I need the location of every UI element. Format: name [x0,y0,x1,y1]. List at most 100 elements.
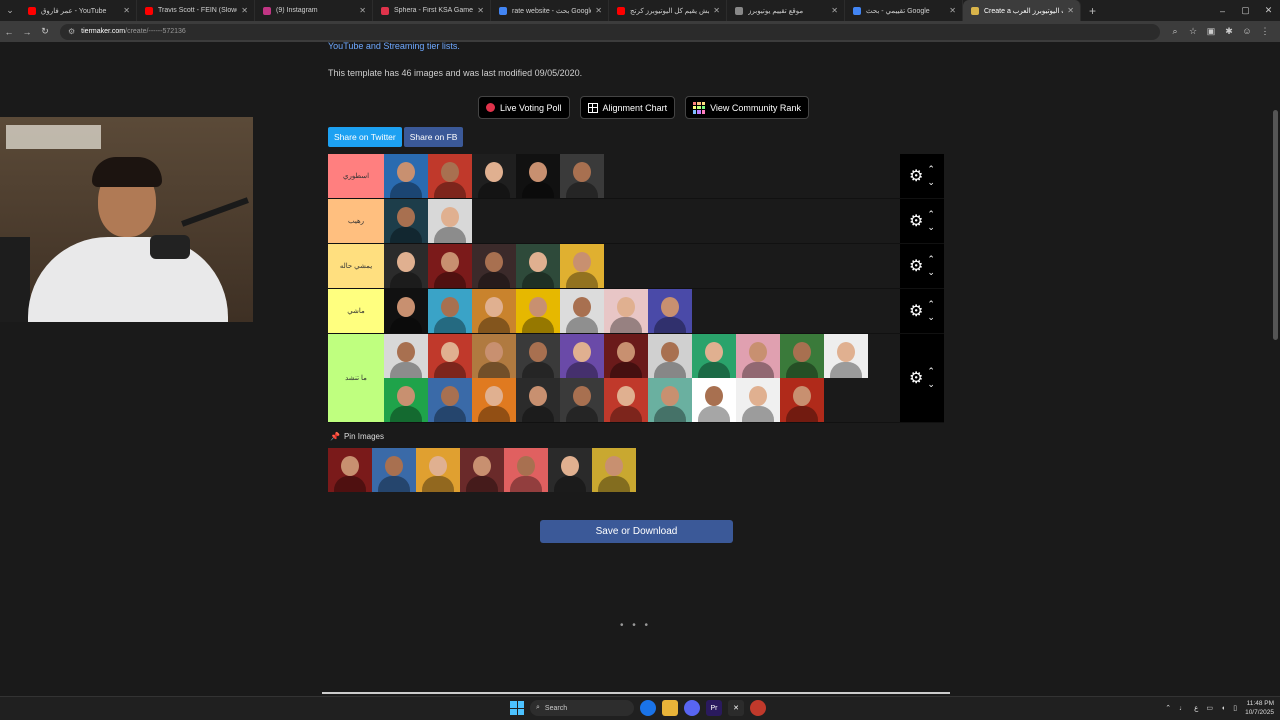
tier-image[interactable] [472,244,516,288]
tier-image[interactable] [560,289,604,333]
tier-image[interactable] [548,448,592,492]
chevron-down-icon[interactable]: ⌄ [927,378,935,391]
volume-icon[interactable]: ◖ [1221,705,1225,712]
zoom-icon[interactable]: ⌕ [1166,26,1184,37]
extension-icon[interactable]: ▣ [1202,26,1220,37]
premiere-icon[interactable]: Pr [706,700,722,716]
tier-image[interactable] [428,334,472,378]
file-explorer-icon[interactable] [662,700,678,716]
chevron-down-icon[interactable]: ⌄ [927,311,935,324]
browser-tab[interactable]: ليش يقيم كل اليوتيوبرز كرتج - he✕ [609,0,727,21]
tier-image[interactable] [560,244,604,288]
gear-icon[interactable]: ⚙ [909,368,923,388]
tier-image[interactable] [648,289,692,333]
tier-image[interactable] [428,289,472,333]
tier-image[interactable] [416,448,460,492]
browser-tab[interactable]: (9) Instagram ✕ [255,0,373,21]
browser-tab[interactable]: عمر فاروق - YouTube ✕ [20,0,137,21]
share-facebook-button[interactable]: Share on FB [403,127,464,147]
profile-icon[interactable]: ☺ [1238,26,1256,37]
chrome-icon[interactable] [640,700,656,716]
tier-image[interactable] [780,378,824,422]
browser-tab[interactable]: Travis Scott - FEIN (Slowed) ✕ [137,0,255,21]
tier-image[interactable] [736,334,780,378]
tier-image[interactable] [472,334,516,378]
chevron-up-icon[interactable]: ⌃ [927,298,935,311]
tier-image[interactable] [592,448,636,492]
tier-image[interactable] [428,244,472,288]
browser-tab[interactable]: Sphera - First KSA Game Server ✕ [373,0,491,21]
extensions-puzzle-icon[interactable]: ✱ [1220,26,1238,37]
tier-image[interactable] [824,334,868,378]
tab-close-icon[interactable]: ✕ [949,6,956,15]
gear-icon[interactable]: ⚙ [909,256,923,276]
app-red-icon[interactable] [750,700,766,716]
tier-image[interactable] [384,334,428,378]
tier-image[interactable] [516,378,560,422]
tray-chevron-icon[interactable]: ⌃ [1165,704,1171,712]
tier-dropzone[interactable] [384,154,900,198]
tier-image[interactable] [516,244,560,288]
tier-image[interactable] [648,378,692,422]
tier-image[interactable] [692,334,736,378]
discord-icon[interactable] [684,700,700,716]
tier-image[interactable] [428,199,472,243]
tier-image[interactable] [472,289,516,333]
tier-image[interactable] [648,334,692,378]
tier-image[interactable] [328,448,372,492]
tier-image[interactable] [604,289,648,333]
tier-image[interactable] [384,289,428,333]
app-icon[interactable]: ✕ [728,700,744,716]
windows-start-icon[interactable] [510,701,524,715]
forward-icon[interactable]: → [18,27,36,37]
save-download-button[interactable]: Save or Download [540,520,733,543]
tab-close-icon[interactable]: ✕ [359,6,366,15]
network-icon[interactable]: ▭ [1206,704,1213,712]
live-voting-poll-button[interactable]: Live Voting Poll [478,96,570,119]
tier-image[interactable] [604,378,648,422]
tier-image[interactable] [372,448,416,492]
pin-images-toggle[interactable]: 📌 Pin Images [330,432,384,441]
tier-image[interactable] [472,154,516,198]
tier-image[interactable] [780,334,824,378]
chevron-down-icon[interactable]: ⌄ [927,176,935,189]
tier-image[interactable] [428,378,472,422]
minimize-icon[interactable]: – [1211,0,1234,21]
tier-label[interactable]: رهيب [328,199,384,243]
tab-close-icon[interactable]: ✕ [595,6,602,15]
tab-close-icon[interactable]: ✕ [477,6,484,15]
chevron-up-icon[interactable]: ⌃ [927,163,935,176]
tab-close-icon[interactable]: ✕ [241,6,248,15]
tier-image[interactable] [472,378,516,422]
tier-dropzone[interactable] [384,244,900,288]
community-rank-button[interactable]: View Community Rank [685,96,809,119]
site-info-icon[interactable]: ⚙ [68,27,75,36]
back-icon[interactable]: ← [0,27,18,37]
tier-image[interactable] [516,334,560,378]
streaming-tier-lists-link[interactable]: YouTube and Streaming tier lists. [328,42,460,51]
tab-close-icon[interactable]: ✕ [1067,6,1074,15]
tier-label[interactable]: اسطوري [328,154,384,198]
tier-image[interactable] [384,244,428,288]
chevron-up-icon[interactable]: ⌃ [927,208,935,221]
chevron-down-icon[interactable]: ⌄ [927,221,935,234]
chevron-up-icon[interactable]: ⌃ [927,253,935,266]
mic-tray-icon[interactable]: ♩ [1179,705,1186,712]
close-window-icon[interactable]: ✕ [1257,0,1280,21]
tier-image[interactable] [692,378,736,422]
tier-image[interactable] [384,199,428,243]
chevron-up-icon[interactable]: ⌃ [927,365,935,378]
language-indicator[interactable]: ع [1194,704,1198,712]
tier-image[interactable] [384,154,428,198]
tier-label[interactable]: ما تنشد [328,334,384,422]
tier-label[interactable]: ماشي [328,289,384,333]
clock[interactable]: 11:48 PM 10/7/2025 [1245,699,1274,717]
battery-icon[interactable]: ▯ [1233,704,1237,712]
page-scrollbar[interactable] [1273,48,1278,688]
bookmark-star-icon[interactable]: ☆ [1184,26,1202,37]
tier-image[interactable] [460,448,504,492]
tier-image[interactable] [516,289,560,333]
tier-dropzone[interactable] [384,199,900,243]
tab-close-icon[interactable]: ✕ [123,6,130,15]
alignment-chart-button[interactable]: Alignment Chart [579,96,676,119]
